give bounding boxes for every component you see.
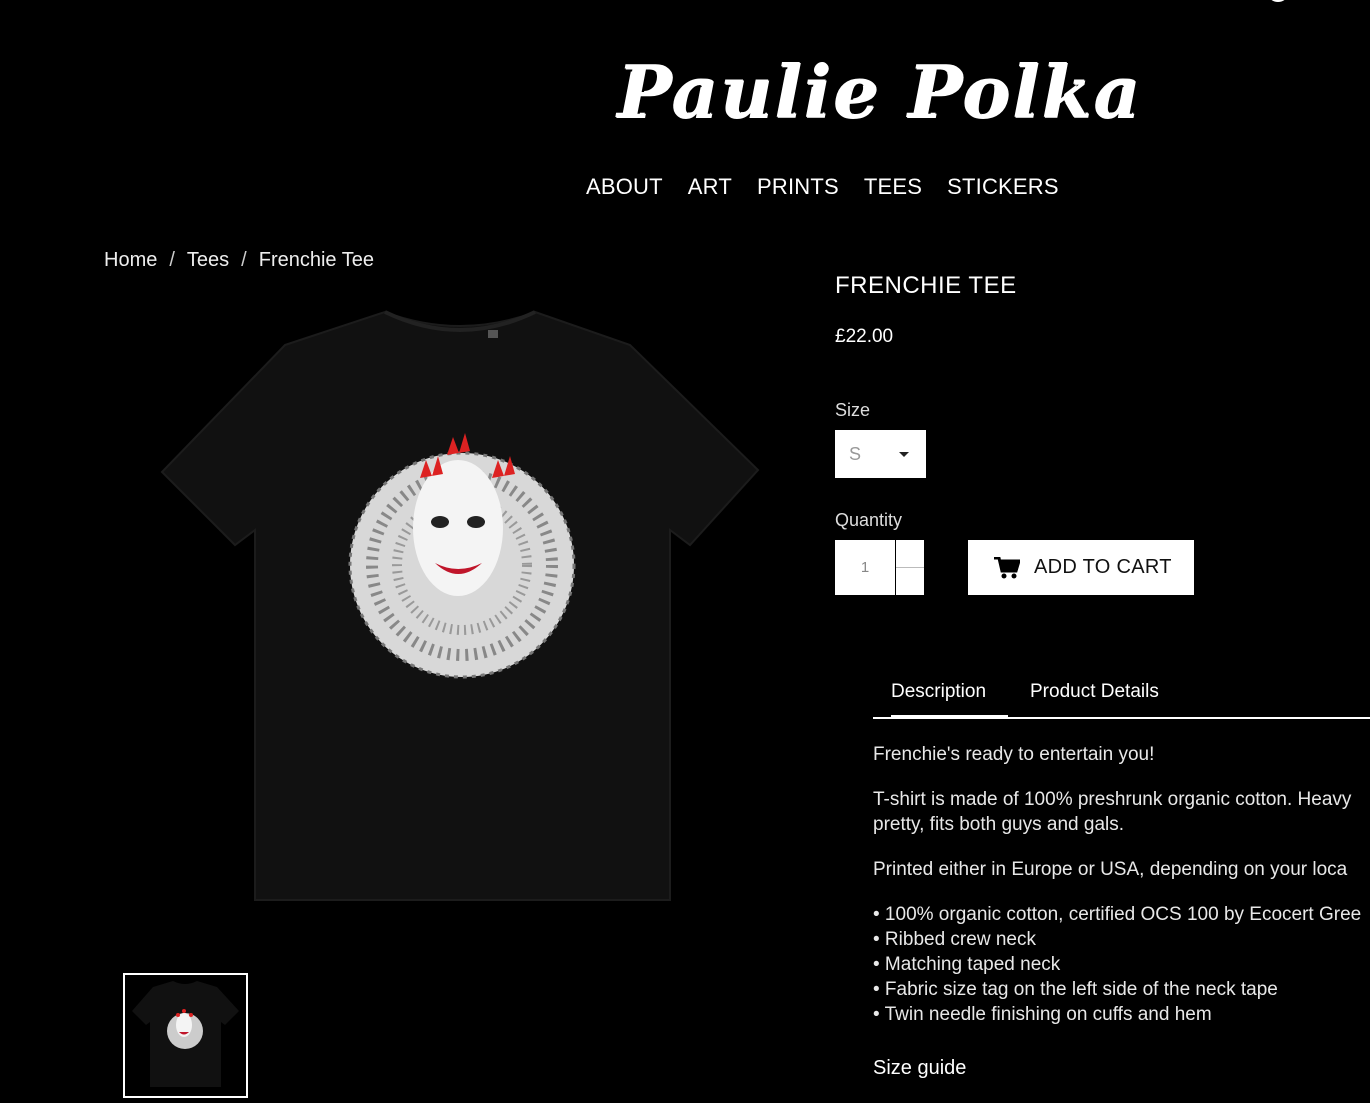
list-item: • 100% organic cotton, certified OCS 100… — [873, 904, 1362, 925]
product-price: £22.00 — [835, 326, 894, 347]
description-panel: Frenchie's ready to entertain you! T-shi… — [873, 742, 1370, 1027]
nav-tees[interactable]: TEES — [864, 174, 922, 200]
description-line: pretty, fits both guys and gals. — [873, 814, 1125, 835]
nav-art[interactable]: ART — [688, 174, 732, 200]
breadcrumb-separator: / — [169, 249, 175, 271]
cart-icon — [994, 556, 1020, 578]
product-image[interactable] — [150, 300, 770, 920]
description-paragraph: T-shirt is made of 100% preshrunk organi… — [873, 787, 1370, 837]
list-item: • Ribbed crew neck — [873, 929, 1036, 950]
breadcrumb-separator: / — [241, 249, 247, 271]
add-to-cart-button[interactable]: ADD TO CART — [968, 540, 1194, 595]
quantity-stepper[interactable] — [896, 540, 924, 595]
stepper-divider — [896, 567, 924, 568]
breadcrumb-current: Frenchie Tee — [258, 249, 374, 271]
tab-description[interactable]: Description — [891, 681, 1008, 718]
header-icon[interactable] — [1270, 0, 1286, 2]
add-to-cart-label: ADD TO CART — [1034, 556, 1172, 578]
thumbnail-image — [132, 981, 239, 1087]
size-label: Size — [835, 400, 871, 420]
size-guide-link[interactable]: Size guide — [873, 1057, 966, 1080]
main-nav: ABOUT ART PRINTS TEES STICKERS — [586, 174, 1059, 200]
description-intro: Frenchie's ready to entertain you! — [873, 744, 1155, 765]
list-item: • Fabric size tag on the left side of th… — [873, 979, 1278, 1000]
breadcrumb-home[interactable]: Home — [104, 249, 157, 272]
quantity-input[interactable]: 1 — [835, 540, 895, 595]
breadcrumb: Home / Tees / Frenchie Tee — [104, 249, 374, 272]
list-item: • Twin needle finishing on cuffs and hem — [873, 1004, 1212, 1025]
feature-list: • 100% organic cotton, certified OCS 100… — [873, 902, 1370, 1027]
description-line: T-shirt is made of 100% preshrunk organi… — [873, 789, 1352, 810]
product-tabs: Description Product Details — [873, 675, 1370, 719]
description-printing: Printed either in Europe or USA, dependi… — [873, 859, 1348, 880]
quantity-label: Quantity — [835, 510, 903, 530]
nav-stickers[interactable]: STICKERS — [947, 174, 1059, 200]
size-value: S — [849, 443, 862, 464]
product-title: FRENCHIE TEE — [835, 272, 1017, 299]
list-item: • Matching taped neck — [873, 954, 1061, 975]
breadcrumb-tees[interactable]: Tees — [187, 249, 229, 272]
nav-about[interactable]: ABOUT — [586, 174, 663, 200]
tab-product-details[interactable]: Product Details — [1030, 681, 1159, 703]
site-logo[interactable]: Paulie Polka — [618, 50, 1141, 140]
chevron-down-icon — [899, 452, 909, 457]
product-thumbnail[interactable] — [123, 973, 248, 1098]
size-select[interactable]: S — [835, 430, 926, 478]
nav-prints[interactable]: PRINTS — [757, 174, 839, 200]
